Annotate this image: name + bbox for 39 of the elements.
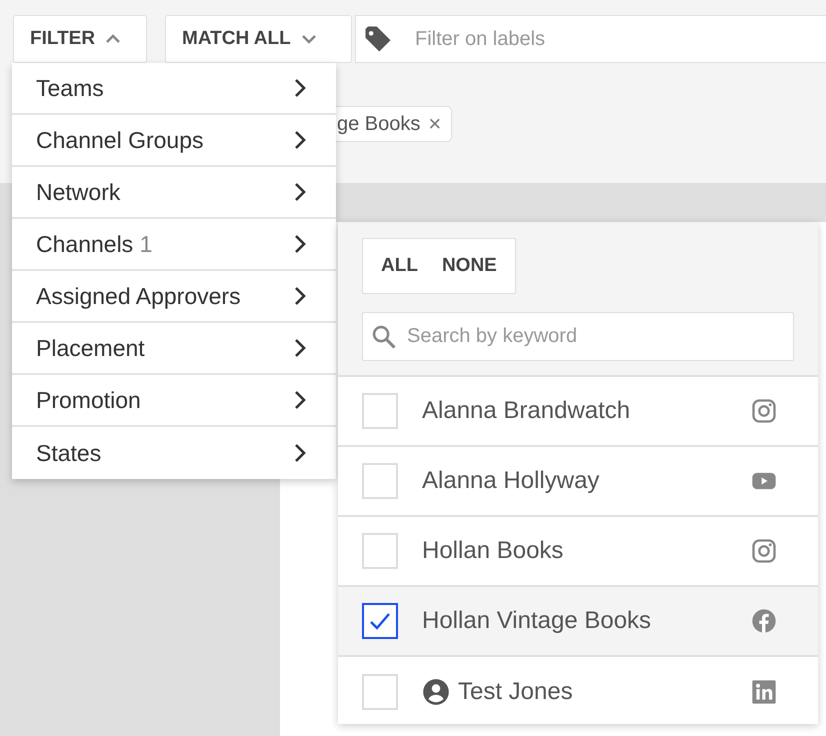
- filter-menu-item[interactable]: Placement: [12, 323, 336, 375]
- filter-menu-item[interactable]: Network: [12, 167, 336, 219]
- chevron-right-icon: [294, 390, 306, 410]
- channel-option[interactable]: Alanna Brandwatch: [338, 377, 818, 447]
- select-button[interactable]: ALL: [369, 239, 430, 293]
- channel-name: Hollan Vintage Books: [422, 606, 652, 636]
- filter-button[interactable]: FILTER: [13, 15, 147, 63]
- chevron-right-icon: [294, 443, 306, 463]
- tag-icon: [363, 24, 393, 54]
- channel-option[interactable]: Hollan Vintage Books: [338, 587, 818, 657]
- checkbox[interactable]: [362, 603, 398, 639]
- filter-menu-item[interactable]: Promotion: [12, 375, 336, 427]
- filter-menu-item[interactable]: Assigned Approvers: [12, 271, 336, 323]
- chevron-right-icon: [294, 182, 306, 202]
- chevron-right-icon: [294, 286, 306, 306]
- channel-name: Alanna Brandwatch: [422, 396, 630, 426]
- facebook-icon: [750, 607, 778, 635]
- chevron-right-icon: [294, 234, 306, 254]
- keyword-search-field[interactable]: Search by keyword: [362, 312, 794, 361]
- label-filter-field[interactable]: Filter on labels: [355, 15, 826, 63]
- instagram-icon: [750, 397, 778, 425]
- chevron-right-icon: [294, 130, 306, 150]
- filter-menu-item[interactable]: Channels 1: [12, 219, 336, 271]
- instagram-icon: [750, 537, 778, 565]
- chevron-right-icon: [294, 338, 306, 358]
- channel-name: Test Jones: [458, 677, 573, 707]
- channel-option[interactable]: Test Jones: [338, 657, 818, 727]
- channel-name: Hollan Books: [422, 536, 564, 566]
- channel-name: Alanna Hollyway: [422, 466, 600, 496]
- match-all-button[interactable]: MATCH ALL: [165, 15, 352, 63]
- linkedin-icon: [750, 678, 778, 706]
- checkmark-icon: [368, 611, 392, 631]
- channel-option[interactable]: Alanna Hollyway: [338, 447, 818, 517]
- filter-menu-item[interactable]: Channel Groups: [12, 115, 336, 167]
- filter-menu-item[interactable]: States: [12, 427, 336, 479]
- filter-menu-item[interactable]: Teams: [12, 63, 336, 115]
- remove-button[interactable]: ×: [428, 113, 442, 135]
- select-button[interactable]: NONE: [430, 239, 509, 293]
- chevron-right-icon: [294, 78, 306, 98]
